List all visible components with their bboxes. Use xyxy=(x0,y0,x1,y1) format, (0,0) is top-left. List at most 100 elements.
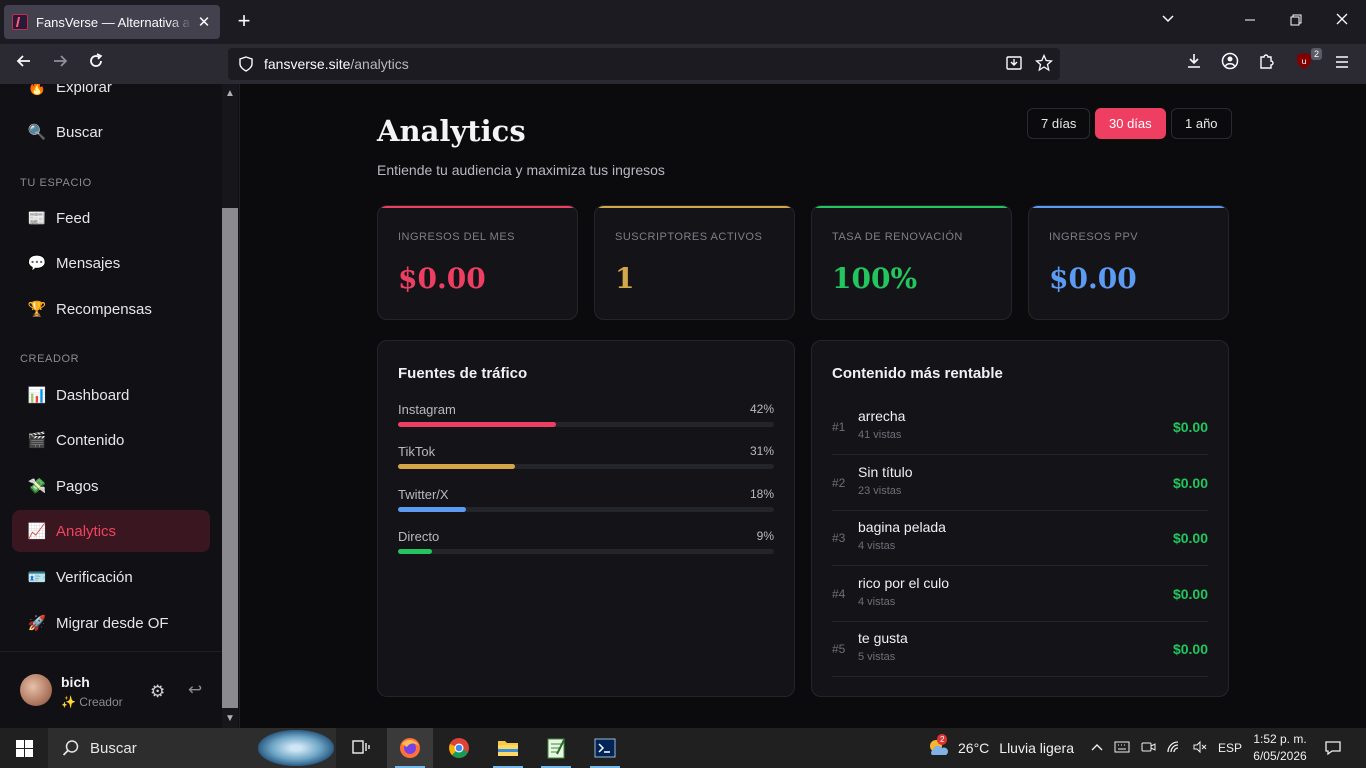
logout-icon[interactable]: ↩ xyxy=(188,680,202,700)
firefox-taskbar-icon[interactable] xyxy=(387,728,433,768)
sparkles-icon: ✨ xyxy=(61,695,76,709)
minimize-window-icon[interactable] xyxy=(1238,10,1262,34)
sidebar-item-recompensas[interactable]: 🏆 Recompensas xyxy=(12,288,210,330)
new-tab-button[interactable]: + xyxy=(232,10,256,34)
source-name: Twitter/X xyxy=(398,487,449,502)
list-all-tabs-icon[interactable] xyxy=(1156,10,1180,34)
sidebar-item-verificacion[interactable]: 🪪 Verificación xyxy=(12,556,210,598)
browser-nav-bar: fansverse.site/analytics u 2 xyxy=(0,44,1366,84)
item-rank: #3 xyxy=(832,531,846,545)
wifi-icon[interactable] xyxy=(1166,740,1182,757)
item-views: 41 vistas xyxy=(858,429,902,441)
source-bar-fill xyxy=(398,507,466,512)
tracking-shield-icon[interactable] xyxy=(238,56,254,72)
list-item[interactable]: #2 Sin título 23 vistas $0.00 xyxy=(832,456,1208,511)
source-bar-track xyxy=(398,507,774,512)
taskbar-clock[interactable]: 1:52 p. m. 6/05/2026 xyxy=(1248,731,1312,765)
show-hidden-icons-chevron-icon[interactable] xyxy=(1090,740,1104,757)
downloads-icon[interactable] xyxy=(1182,52,1206,76)
list-item[interactable]: #3 bagina pelada 4 vistas $0.00 xyxy=(832,511,1208,566)
taskbar-search-placeholder: Buscar xyxy=(90,739,137,757)
sidebar-scrollbar-thumb[interactable] xyxy=(222,208,238,708)
close-window-icon[interactable] xyxy=(1330,10,1354,34)
source-bar-fill xyxy=(398,422,556,427)
close-tab-icon[interactable]: ✕ xyxy=(196,13,212,31)
source-percent: 9% xyxy=(756,529,774,543)
save-page-icon[interactable] xyxy=(1004,54,1024,74)
list-item[interactable]: #5 te gusta 5 vistas $0.00 xyxy=(832,622,1208,677)
sidebar-item-label: Analytics xyxy=(56,522,117,540)
windows-taskbar: Buscar 2 26°C Lluvia ligera ESP 1:52 p. … xyxy=(0,728,1366,768)
weather-widget[interactable]: 2 26°C Lluvia ligera xyxy=(926,728,1074,768)
sidebar-item-contenido[interactable]: 🎬 Contenido xyxy=(12,419,210,461)
avatar[interactable] xyxy=(20,674,52,706)
sidebar-item-feed[interactable]: 📰 Feed xyxy=(12,197,210,239)
kpi-card-ingresos-mes: INGRESOS DEL MES $0.00 xyxy=(377,205,578,320)
kpi-label: INGRESOS PPV xyxy=(1049,231,1139,243)
chrome-taskbar-icon[interactable] xyxy=(436,728,482,768)
reload-icon[interactable] xyxy=(84,52,108,76)
bookmark-star-icon[interactable] xyxy=(1034,53,1054,74)
scroll-up-icon[interactable]: ▲ xyxy=(222,86,238,102)
terminal-taskbar-icon[interactable] xyxy=(582,728,628,768)
list-item[interactable]: #1 arrecha 41 vistas $0.00 xyxy=(832,400,1208,455)
list-item[interactable]: #4 rico por el culo 4 vistas $0.00 xyxy=(832,567,1208,622)
ublock-extension-icon[interactable]: u 2 xyxy=(1292,48,1322,76)
account-icon[interactable] xyxy=(1218,52,1242,76)
source-percent: 31% xyxy=(749,444,774,458)
kpi-label: TASA DE RENOVACIÓN xyxy=(832,231,963,243)
clock-time: 1:52 p. m. xyxy=(1253,732,1307,746)
search-icon xyxy=(62,740,79,756)
volume-muted-icon[interactable] xyxy=(1192,740,1208,757)
forward-arrow-icon[interactable] xyxy=(48,52,72,76)
item-title: Sin título xyxy=(858,464,913,480)
source-bar-track xyxy=(398,422,774,427)
item-rank: #5 xyxy=(832,642,846,656)
fire-icon: 🔥 xyxy=(27,84,47,96)
file-explorer-taskbar-icon[interactable] xyxy=(485,728,531,768)
sidebar-item-buscar[interactable]: 🔍 Buscar xyxy=(12,111,210,153)
item-title: te gusta xyxy=(858,630,908,646)
input-language[interactable]: ESP xyxy=(1218,741,1242,755)
range-30-days-button[interactable]: 30 días xyxy=(1095,108,1166,139)
item-rank: #1 xyxy=(832,420,846,434)
restore-window-icon[interactable] xyxy=(1284,10,1308,34)
app-menu-hamburger-icon[interactable] xyxy=(1330,52,1354,76)
back-arrow-icon[interactable] xyxy=(12,52,36,76)
meet-now-camera-icon[interactable] xyxy=(1140,740,1156,757)
source-name: TikTok xyxy=(398,444,436,459)
tab-title: FansVerse — Alternativa a OnlyFans xyxy=(36,14,192,30)
page-title: Analytics xyxy=(377,114,526,148)
sidebar: 🔥 Explorar 🔍 Buscar TU ESPACIO 📰 Feed 💬 … xyxy=(0,84,240,728)
taskbar-search-box[interactable]: Buscar xyxy=(48,728,336,768)
range-7-days-button[interactable]: 7 días xyxy=(1027,108,1091,139)
sidebar-item-explorar[interactable]: 🔥 Explorar xyxy=(12,84,210,108)
sidebar-item-migrar[interactable]: 🚀 Migrar desde OF xyxy=(12,602,210,644)
windows-start-icon[interactable] xyxy=(16,740,33,757)
source-name: Directo xyxy=(398,529,440,544)
notifications-icon[interactable] xyxy=(1312,728,1354,768)
item-views: 4 vistas xyxy=(858,596,896,608)
sidebar-item-pagos[interactable]: 💸 Pagos xyxy=(12,465,210,507)
sidebar-item-mensajes[interactable]: 💬 Mensajes xyxy=(12,242,210,284)
source-bar-track xyxy=(398,464,774,469)
money-wings-icon: 💸 xyxy=(27,478,47,495)
item-rank: #4 xyxy=(832,587,846,601)
source-percent: 18% xyxy=(749,487,774,501)
scroll-down-icon[interactable]: ▼ xyxy=(222,711,238,727)
rocket-icon: 🚀 xyxy=(27,615,47,632)
notepad-taskbar-icon[interactable] xyxy=(533,728,579,768)
range-1-year-button[interactable]: 1 año xyxy=(1171,108,1232,139)
sidebar-item-dashboard[interactable]: 📊 Dashboard xyxy=(12,374,210,416)
browser-tab[interactable]: FansVerse — Alternativa a OnlyFans ✕ xyxy=(4,5,220,39)
sidebar-item-analytics[interactable]: 📈 Analytics xyxy=(12,510,210,552)
rain-cloud-icon: 2 xyxy=(926,734,950,760)
url-bar[interactable]: fansverse.site/analytics xyxy=(228,48,1060,80)
settings-gear-icon[interactable]: ⚙ xyxy=(150,682,165,702)
task-view-icon[interactable] xyxy=(338,728,384,768)
kpi-label: INGRESOS DEL MES xyxy=(398,231,516,243)
extensions-puzzle-icon[interactable] xyxy=(1254,52,1278,76)
keyboard-layout-icon[interactable] xyxy=(1114,740,1130,757)
main-content: Analytics Entiende tu audiencia y maximi… xyxy=(241,84,1366,728)
kpi-value: $0.00 xyxy=(1049,262,1137,295)
